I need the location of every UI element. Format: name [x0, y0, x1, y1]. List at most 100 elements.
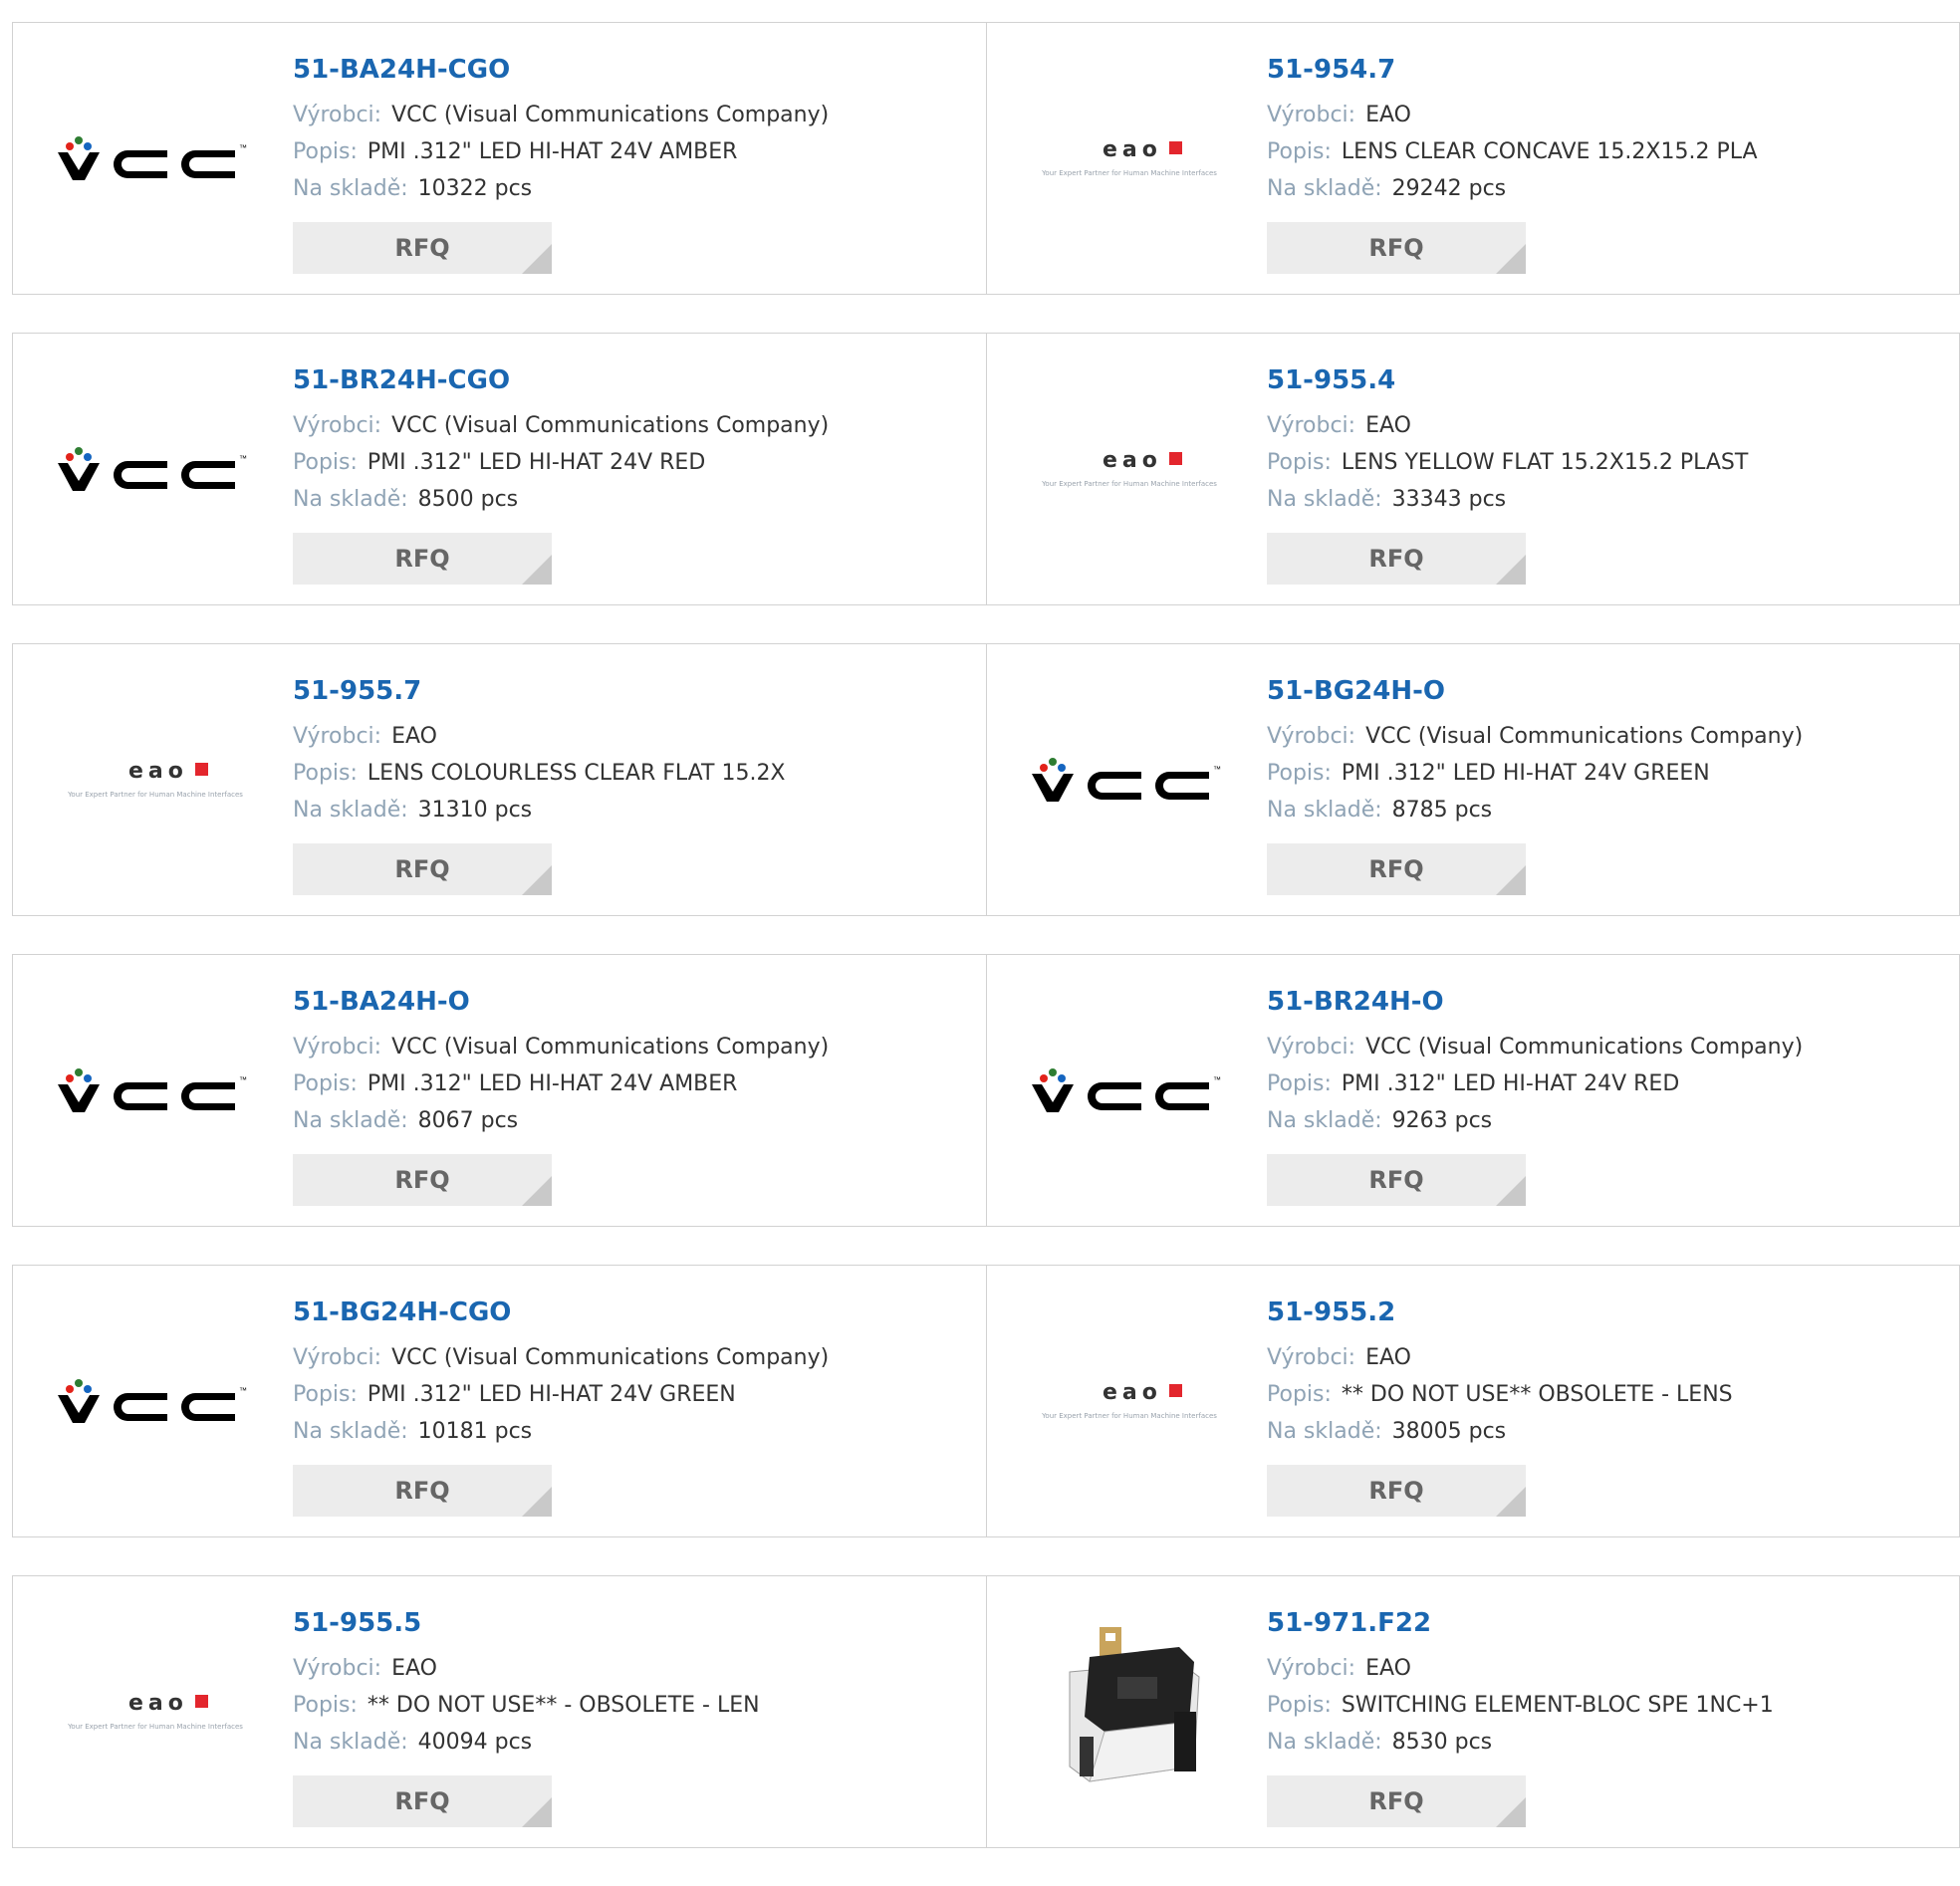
vcc-logo-icon: ™ [58, 1379, 247, 1423]
manufacturer-logo: eao Your Expert Partner for Human Machine… [51, 745, 260, 815]
svg-text:™: ™ [239, 454, 247, 463]
stock-label: Na skladě: [1267, 487, 1382, 512]
description-label: Popis: [293, 1071, 358, 1096]
product-part-number-link[interactable]: 51-955.4 [1267, 363, 1949, 397]
product-part-number-link[interactable]: 51-BA24H-CGO [293, 53, 976, 87]
manufacturer-logo: eao Your Expert Partner for Human Machine… [51, 1677, 260, 1747]
manufacturer-logo: eao Your Expert Partner for Human Machine… [1025, 123, 1234, 193]
corner-triangle-icon [1496, 865, 1526, 895]
product-part-number-link[interactable]: 51-971.F22 [1267, 1606, 1949, 1640]
product-part-number-link[interactable]: 51-BA24H-O [293, 985, 976, 1019]
manufacturer-logo [1025, 1617, 1234, 1806]
svg-text:Your Expert Partner for Human: Your Expert Partner for Human Machine In… [1041, 169, 1217, 177]
description-label: Popis: [293, 1693, 358, 1718]
stock-value: 8530 pcs [1391, 1730, 1493, 1755]
description-value: PMI .312" LED HI-HAT 24V GREEN [1341, 761, 1710, 786]
stock-row: Na skladě: 8530 pcs [1267, 1724, 1949, 1761]
rfq-button[interactable]: RFQ [293, 1465, 552, 1517]
description-row: Popis: SWITCHING ELEMENT-BLOC SPE 1NC+1 [1267, 1687, 1949, 1724]
product-part-number-link[interactable]: 51-BR24H-O [1267, 985, 1949, 1019]
manufacturer-label: Výrobci: [1267, 1656, 1356, 1681]
description-label: Popis: [293, 139, 358, 164]
stock-value: 10322 pcs [417, 176, 533, 201]
product-card: eao Your Expert Partner for Human Machine… [13, 1576, 986, 1847]
description-label: Popis: [1267, 450, 1332, 475]
rfq-label: RFQ [1368, 1477, 1424, 1505]
description-row: Popis: PMI .312" LED HI-HAT 24V RED [1267, 1065, 1949, 1102]
stock-value: 9263 pcs [1391, 1108, 1493, 1133]
rfq-button[interactable]: RFQ [293, 843, 552, 895]
svg-text:eao: eao [128, 1691, 188, 1716]
svg-text:eao: eao [1102, 448, 1162, 473]
product-info: 51-955.4 Výrobci: EAO Popis: LENS YELLOW F… [1267, 363, 1949, 585]
rfq-button[interactable]: RFQ [1267, 1775, 1526, 1827]
rfq-button[interactable]: RFQ [293, 533, 552, 585]
manufacturer-row: Výrobci: EAO [1267, 97, 1949, 133]
manufacturer-label: Výrobci: [293, 724, 382, 749]
stock-row: Na skladě: 8785 pcs [1267, 792, 1949, 828]
product-part-number-link[interactable]: 51-955.7 [293, 674, 976, 708]
description-label: Popis: [1267, 1693, 1332, 1718]
stock-row: Na skladě: 9263 pcs [1267, 1102, 1949, 1139]
corner-triangle-icon [1496, 1797, 1526, 1827]
rfq-button[interactable]: RFQ [293, 1775, 552, 1827]
manufacturer-value: EAO [1365, 1345, 1411, 1370]
product-part-number-link[interactable]: 51-955.2 [1267, 1296, 1949, 1329]
svg-text:™: ™ [1213, 765, 1221, 774]
product-part-number-link[interactable]: 51-955.5 [293, 1606, 976, 1640]
stock-row: Na skladě: 10322 pcs [293, 170, 976, 207]
stock-label: Na skladě: [1267, 798, 1382, 823]
manufacturer-label: Výrobci: [293, 1656, 382, 1681]
manufacturer-value: VCC (Visual Communications Company) [391, 103, 830, 127]
product-row: ™ 51-BA24H-O Výrobci: VCC (Visual Communi… [12, 954, 1960, 1227]
product-part-number-link[interactable]: 51-BG24H-O [1267, 674, 1949, 708]
rfq-button[interactable]: RFQ [1267, 1465, 1526, 1517]
svg-text:Your Expert Partner for Human: Your Expert Partner for Human Machine In… [1041, 480, 1217, 488]
rfq-button[interactable]: RFQ [1267, 222, 1526, 274]
stock-row: Na skladě: 31310 pcs [293, 792, 976, 828]
manufacturer-label: Výrobci: [293, 413, 382, 438]
description-row: Popis: LENS YELLOW FLAT 15.2X15.2 PLAST [1267, 444, 1949, 481]
rfq-label: RFQ [1368, 1787, 1424, 1815]
rfq-label: RFQ [1368, 1166, 1424, 1194]
description-value: PMI .312" LED HI-HAT 24V GREEN [367, 1382, 736, 1407]
manufacturer-logo: eao Your Expert Partner for Human Machine… [1025, 434, 1234, 504]
rfq-button[interactable]: RFQ [1267, 843, 1526, 895]
description-label: Popis: [293, 761, 358, 786]
rfq-button[interactable]: RFQ [1267, 533, 1526, 585]
rfq-button[interactable]: RFQ [1267, 1154, 1526, 1206]
product-part-number-link[interactable]: 51-BR24H-CGO [293, 363, 976, 397]
rfq-button[interactable]: RFQ [293, 222, 552, 274]
description-label: Popis: [293, 1382, 358, 1407]
description-value: ** DO NOT USE** - OBSOLETE - LEN [367, 1693, 760, 1718]
rfq-label: RFQ [394, 1477, 450, 1505]
rfq-button[interactable]: RFQ [293, 1154, 552, 1206]
vcc-logo-icon: ™ [58, 447, 247, 491]
stock-row: Na skladě: 33343 pcs [1267, 481, 1949, 518]
product-part-number-link[interactable]: 51-BG24H-CGO [293, 1296, 976, 1329]
manufacturer-row: Výrobci: VCC (Visual Communications Compa… [293, 97, 976, 133]
eao-logo-icon: eao Your Expert Partner for Human Machine… [1041, 137, 1217, 177]
rfq-label: RFQ [394, 1787, 450, 1815]
corner-triangle-icon [522, 1176, 552, 1206]
corner-triangle-icon [1496, 1176, 1526, 1206]
manufacturer-row: Výrobci: VCC (Visual Communications Compa… [293, 1339, 976, 1376]
stock-value: 10181 pcs [417, 1419, 533, 1444]
product-card: eao Your Expert Partner for Human Machine… [986, 334, 1959, 604]
product-info: 51-971.F22 Výrobci: EAO Popis: SWITCHING E… [1267, 1606, 1949, 1827]
description-row: Popis: LENS COLOURLESS CLEAR FLAT 15.2X [293, 755, 976, 792]
manufacturer-row: Výrobci: EAO [1267, 1339, 1949, 1376]
product-info: 51-955.5 Výrobci: EAO Popis: ** DO NOT USE… [293, 1606, 976, 1827]
stock-label: Na skladě: [1267, 1108, 1382, 1133]
manufacturer-value: VCC (Visual Communications Company) [1365, 1035, 1804, 1060]
stock-value: 29242 pcs [1391, 176, 1507, 201]
description-row: Popis: LENS CLEAR CONCAVE 15.2X15.2 PLA [1267, 133, 1949, 170]
manufacturer-row: Výrobci: VCC (Visual Communications Compa… [1267, 1029, 1949, 1065]
product-info: 51-BA24H-O Výrobci: VCC (Visual Communica… [293, 985, 976, 1206]
product-part-number-link[interactable]: 51-954.7 [1267, 53, 1949, 87]
product-card: eao Your Expert Partner for Human Machine… [13, 644, 986, 915]
corner-triangle-icon [522, 865, 552, 895]
manufacturer-logo: ™ [51, 1061, 260, 1120]
rfq-label: RFQ [394, 234, 450, 262]
description-label: Popis: [293, 450, 358, 475]
